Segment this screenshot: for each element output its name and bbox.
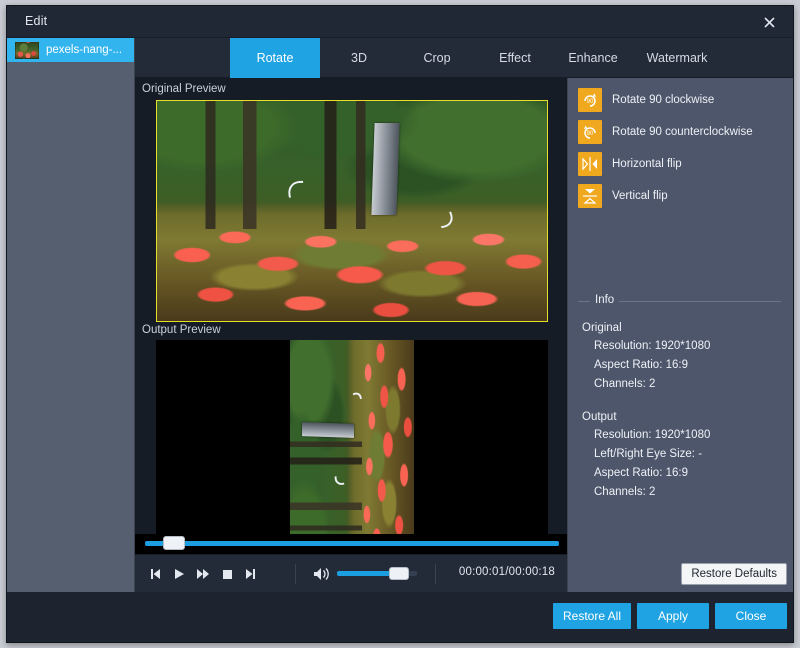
restore-all-button[interactable]: Restore All <box>553 603 631 629</box>
rotate-cw-button[interactable]: 90 Rotate 90 clockwise <box>578 88 785 112</box>
restore-defaults-button[interactable]: Restore Defaults <box>681 563 787 585</box>
rotate-ccw-button[interactable]: 90 Rotate 90 counterclockwise <box>578 120 785 144</box>
tab-enhance[interactable]: Enhance <box>554 38 632 78</box>
tab-strip: Rotate 3D Crop Effect Enhance Watermark <box>135 38 793 78</box>
volume-knob[interactable] <box>389 567 409 580</box>
play-icon[interactable] <box>169 565 189 583</box>
stop-icon[interactable] <box>217 565 237 583</box>
vertical-flip-button[interactable]: Vertical flip <box>578 184 785 208</box>
rotate-actions: 90 Rotate 90 clockwise 90 Rotate 90 coun… <box>578 88 785 216</box>
original-preview-label: Original Preview <box>142 83 226 95</box>
tab-crop[interactable]: Crop <box>398 38 476 78</box>
info-output-eye-size: Left/Right Eye Size: - <box>594 445 781 464</box>
horizontal-flip-icon <box>578 152 602 176</box>
info-original-resolution: Resolution: 1920*1080 <box>594 337 781 356</box>
original-preview-image <box>157 101 547 321</box>
info-output-resolution: Resolution: 1920*1080 <box>594 426 781 445</box>
horizontal-flip-button[interactable]: Horizontal flip <box>578 152 785 176</box>
monument-shape <box>302 422 354 438</box>
info-output-aspect: Aspect Ratio: 16:9 <box>594 464 781 483</box>
info-original-channels: Channels: 2 <box>594 375 781 394</box>
vertical-flip-icon <box>578 184 602 208</box>
options-panel: 90 Rotate 90 clockwise 90 Rotate 90 coun… <box>567 78 793 592</box>
rotate-cw-90-icon: 90 <box>578 88 602 112</box>
info-legend: Info <box>578 294 781 308</box>
title-bar: Edit <box>7 6 793 38</box>
info-legend-label: Info <box>590 294 619 306</box>
timeline-bar <box>135 534 567 554</box>
vertical-flip-label: Vertical flip <box>612 190 668 202</box>
svg-text:90: 90 <box>587 99 594 105</box>
arc-shape-left <box>330 450 367 489</box>
main-edit-area: Rotate 3D Crop Effect Enhance Watermark … <box>135 38 793 592</box>
arc-shape-right <box>335 389 366 426</box>
original-preview[interactable] <box>156 100 548 322</box>
info-body: Original Resolution: 1920*1080 Aspect Ra… <box>578 308 781 502</box>
tab-watermark[interactable]: Watermark <box>632 38 722 78</box>
arc-shape-left <box>280 171 350 237</box>
arc-shape-right <box>394 181 459 237</box>
tab-effect[interactable]: Effect <box>476 38 554 78</box>
timecode-display: 00:00:01/00:00:18 <box>459 566 555 578</box>
apply-button[interactable]: Apply <box>637 603 709 629</box>
rotate-ccw-90-icon: 90 <box>578 120 602 144</box>
timeline-fill <box>145 541 559 546</box>
monument-shape <box>372 123 401 215</box>
volume-slider[interactable] <box>337 571 417 576</box>
preview-column: Original Preview Output Preview <box>135 78 567 592</box>
info-group: Info Original Resolution: 1920*1080 Aspe… <box>578 294 781 502</box>
info-original-aspect: Aspect Ratio: 16:9 <box>594 356 781 375</box>
rotate-cw-label: Rotate 90 clockwise <box>612 94 714 106</box>
horizontal-flip-label: Horizontal flip <box>612 158 682 170</box>
timeline-knob[interactable] <box>163 536 185 550</box>
transport-divider-left <box>295 564 296 584</box>
window-title: Edit <box>25 14 47 28</box>
edit-window: Edit pexels-nang-... Rotate 3D Crop Effe… <box>6 5 794 643</box>
footer-bar: Restore All Apply Close <box>7 592 793 642</box>
output-preview[interactable] <box>156 340 548 558</box>
close-icon[interactable] <box>753 10 785 34</box>
rotate-ccw-label: Rotate 90 counterclockwise <box>612 126 753 138</box>
info-original-heading: Original <box>582 322 781 334</box>
tab-rotate[interactable]: Rotate <box>230 38 320 78</box>
transport-controls: 00:00:01/00:00:18 <box>135 554 567 592</box>
skip-previous-icon[interactable] <box>145 565 165 583</box>
tab-3d[interactable]: 3D <box>320 38 398 78</box>
output-preview-viewport <box>290 340 414 558</box>
info-output-channels: Channels: 2 <box>594 483 781 502</box>
skip-next-icon[interactable] <box>241 565 261 583</box>
list-item[interactable]: pexels-nang-... <box>7 38 134 62</box>
fast-forward-icon[interactable] <box>193 565 213 583</box>
info-spacer <box>582 394 781 405</box>
svg-text:90: 90 <box>587 131 594 137</box>
info-output-heading: Output <box>582 411 781 423</box>
file-name-label: pexels-nang-... <box>46 44 122 56</box>
transport-divider-right <box>435 564 436 584</box>
video-thumbnail <box>15 42 39 59</box>
timeline-slider[interactable] <box>145 541 559 546</box>
close-button[interactable]: Close <box>715 603 787 629</box>
volume-icon[interactable] <box>313 566 331 582</box>
output-preview-image <box>290 340 414 558</box>
file-list-sidebar: pexels-nang-... <box>7 38 135 592</box>
output-preview-label: Output Preview <box>142 324 221 336</box>
